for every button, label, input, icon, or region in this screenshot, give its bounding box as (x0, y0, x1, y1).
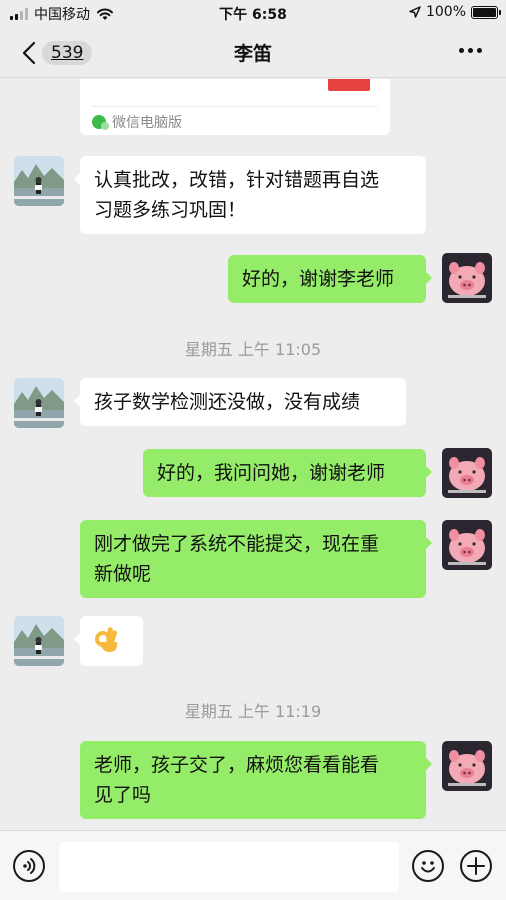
timestamp: 星期五 上午 11:19 (184, 702, 322, 721)
pig-avatar-image (442, 741, 492, 791)
smiley-icon (421, 861, 435, 873)
emoji-button[interactable] (412, 850, 444, 882)
battery-percent: 100% (425, 4, 466, 20)
location-arrow-icon (409, 6, 421, 18)
message-bubble-incoming[interactable]: 认真批改，改错，针对错题再自选 习题多练习巩固！ (74, 156, 426, 234)
voice-icon (23, 858, 36, 874)
status-bar: 中国移动 下午 6:58 100% (0, 0, 506, 26)
my-avatar[interactable] (442, 448, 492, 498)
chat-title: 李笛 (233, 43, 272, 65)
pig-avatar-image (442, 448, 492, 498)
ellipsis-icon (459, 48, 464, 53)
card-divider (92, 106, 378, 107)
contact-avatar[interactable] (14, 378, 64, 428)
message-text-line: 见了吗 (94, 784, 152, 806)
chat-area[interactable]: 微信电脑版 认真批改，改错，针对错题再自选 习题多练习巩固！ 好的，谢谢李老师 (0, 79, 506, 830)
battery-icon (471, 5, 501, 19)
message-bubble-outgoing[interactable]: 好的，我问问她，谢谢老师 (143, 449, 432, 497)
wechat-pc-icon (92, 115, 109, 130)
my-avatar[interactable] (442, 741, 492, 791)
plus-icon (467, 857, 485, 875)
card-source-label: 微信电脑版 (112, 115, 182, 131)
message-bubble-outgoing[interactable]: 好的，谢谢李老师 (228, 255, 432, 303)
battery-fill (473, 7, 496, 17)
input-bar (0, 830, 506, 900)
voice-button[interactable] (13, 850, 45, 882)
message-text: 好的，我问问她，谢谢老师 (157, 462, 386, 484)
message-text: 好的，谢谢李老师 (242, 268, 395, 290)
more-functions-button[interactable] (460, 850, 492, 882)
my-avatar[interactable] (442, 520, 492, 570)
timestamp: 星期五 上午 11:05 (184, 340, 322, 359)
shared-file-card[interactable]: 微信电脑版 (80, 79, 390, 135)
contact-avatar-image (14, 378, 64, 428)
message-text-line: 老师，孩子交了，麻烦您看看能看 (94, 754, 380, 776)
my-avatar[interactable] (442, 253, 492, 303)
contact-avatar-image (14, 156, 64, 206)
message-text-line: 认真批改，改错，针对错题再自选 (94, 169, 380, 191)
pig-avatar-image (442, 253, 492, 303)
message-text-line: 新做呢 (94, 563, 152, 585)
contact-avatar-image (14, 616, 64, 666)
ok-hand-emoji (95, 627, 118, 653)
more-button[interactable] (459, 48, 482, 53)
nav-bar: 539 李笛 (0, 26, 506, 78)
message-bubble-incoming[interactable]: 👌 (74, 616, 143, 666)
message-text-line: 习题多练习巩固！ (94, 199, 247, 221)
message-bubble-incoming[interactable]: 孩子数学检测还没做，没有成绩 (74, 378, 406, 426)
contact-avatar[interactable] (14, 616, 64, 666)
pig-avatar-image (442, 520, 492, 570)
message-text-line: 刚才做完了系统不能提交，现在重 (94, 533, 380, 555)
file-thumbnail (328, 79, 370, 91)
contact-avatar[interactable] (14, 156, 64, 206)
message-input[interactable] (59, 842, 399, 892)
status-right: 100% (409, 4, 501, 20)
message-bubble-outgoing[interactable]: 刚才做完了系统不能提交，现在重 新做呢 (80, 520, 432, 598)
card-source: 微信电脑版 (92, 112, 182, 132)
message-bubble-outgoing[interactable]: 老师，孩子交了，麻烦您看看能看 见了吗 (80, 741, 432, 819)
message-text: 孩子数学检测还没做，没有成绩 (94, 391, 361, 413)
